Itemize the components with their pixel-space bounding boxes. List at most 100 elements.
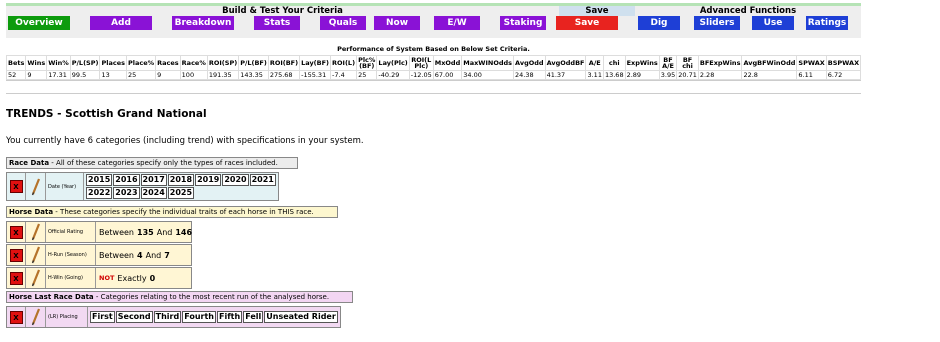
remove-button[interactable]: X — [7, 222, 25, 242]
criteria-row-date: X Date (Year) 2015 2016 2017 2018 2019 2020 20… — [6, 172, 279, 201]
edit-button[interactable] — [25, 307, 45, 327]
year-option[interactable]: 2023 — [113, 187, 140, 199]
year-option[interactable]: 2019 — [195, 174, 222, 186]
performance-header-cell: Race% — [179, 55, 208, 71]
performance-header-cell: A/E — [585, 55, 604, 71]
save-button[interactable]: Save — [556, 16, 618, 30]
overview-button[interactable]: Overview — [8, 16, 70, 30]
dig-button[interactable]: Dig — [638, 16, 680, 30]
year-option[interactable]: 2017 — [140, 174, 167, 186]
range-max: 146 — [175, 227, 193, 237]
edit-button[interactable] — [25, 222, 45, 242]
placing-option[interactable]: Fell — [243, 311, 264, 323]
year-option[interactable]: 2021 — [249, 174, 276, 186]
range-min: 4 — [137, 250, 143, 260]
quals-button[interactable]: Quals — [320, 16, 366, 30]
performance-header-cell: SPWAX — [796, 55, 827, 71]
performance-value-cell: 67.00 — [432, 70, 463, 80]
range-min: 135 — [137, 227, 154, 237]
year-option[interactable]: 2025 — [167, 187, 195, 199]
horse-data-title: Horse Data — [9, 208, 54, 216]
race-data-description: - All of these categories specify only t… — [49, 159, 278, 167]
placing-options: First Second Third Fourth Fifth Fell Unseated … — [87, 307, 340, 327]
last-race-data-description: - Categories relating to the most recent… — [93, 293, 330, 301]
placing-option[interactable]: Unseated Rider — [264, 311, 338, 323]
remove-icon[interactable]: X — [9, 180, 23, 193]
performance-value-cell: -40.29 — [376, 70, 410, 80]
range-and: And — [145, 250, 162, 260]
performance-header-cell: BF A/E — [658, 55, 678, 71]
year-option[interactable]: 2022 — [86, 187, 113, 199]
staking-button[interactable]: Staking — [500, 16, 546, 30]
remove-button[interactable]: X — [7, 173, 25, 200]
remove-icon[interactable]: X — [9, 225, 23, 239]
pencil-icon — [31, 246, 40, 264]
performance-value-cell: 6.11 — [796, 70, 827, 80]
edit-button[interactable] — [25, 268, 45, 288]
edit-button[interactable] — [25, 173, 45, 200]
pencil-icon — [31, 223, 40, 241]
placing-option[interactable]: Second — [115, 311, 153, 323]
category-count-text: You currently have 6 categories (includi… — [6, 136, 364, 146]
placing-option[interactable]: First — [90, 311, 115, 323]
performance-value-cell: 9 — [155, 70, 181, 80]
add-button[interactable]: Add — [90, 16, 152, 30]
h-run-season-value: Between 4 And 7 — [95, 245, 191, 265]
performance-value-cell: 13 — [99, 70, 127, 80]
placing-option[interactable]: Fourth — [182, 311, 216, 323]
e-w-button[interactable]: E/W — [434, 16, 480, 30]
exact-prefix: Exactly — [117, 273, 147, 283]
save-header: Save — [559, 6, 635, 16]
remove-icon[interactable]: X — [9, 248, 23, 262]
ratings-button[interactable]: Ratings — [806, 16, 848, 30]
remove-icon[interactable]: X — [9, 271, 23, 285]
h-win-going-label: H-Win (Going) — [45, 268, 95, 288]
remove-button[interactable]: X — [7, 307, 25, 327]
performance-value-cell: 3.95 — [658, 70, 678, 80]
performance-header-cell: Races — [155, 55, 181, 71]
year-option[interactable]: 2015 — [86, 174, 113, 186]
performance-value-cell: 99.5 — [69, 70, 101, 80]
performance-header-cell: Place% — [125, 55, 157, 71]
performance-header-cell: Plc% (BF) — [356, 55, 378, 71]
remove-icon[interactable]: X — [9, 310, 23, 324]
performance-value-cell: 25 — [356, 70, 378, 80]
performance-value-cell: -155.31 — [299, 70, 332, 80]
criteria-row-h-win-going: X H-Win (Going) NOT Exactly 0 — [6, 267, 192, 289]
year-grid: 2015 2016 2017 2018 2019 2020 2021 2022 2023 2024… — [83, 173, 278, 200]
range-max: 7 — [164, 250, 170, 260]
performance-value-cell: 34.00 — [461, 70, 515, 80]
performance-header-cell: AvgOddBF — [544, 55, 587, 71]
stats-button[interactable]: Stats — [254, 16, 300, 30]
placing-option[interactable]: Fifth — [216, 311, 243, 323]
performance-value-cell: 41.37 — [544, 70, 587, 80]
performance-value-cell: -7.4 — [330, 70, 358, 80]
performance-header-row: Bets Wins Win% P/L(SP) Places Place% Races Race… — [5, 55, 862, 71]
year-option[interactable]: 2018 — [167, 174, 195, 186]
performance-header-cell: BSPWAX — [825, 55, 862, 71]
sliders-button[interactable]: Sliders — [694, 16, 740, 30]
remove-button[interactable]: X — [7, 268, 25, 288]
performance-header-cell: BFExpWins — [697, 55, 743, 71]
year-option[interactable]: 2020 — [222, 174, 249, 186]
range-prefix: Between — [99, 250, 135, 260]
year-option[interactable]: 2024 — [140, 187, 167, 199]
now-button[interactable]: Now — [374, 16, 420, 30]
performance-header-cell: AvgBFWinOdd — [741, 55, 798, 71]
performance-value-cell: 13.68 — [602, 70, 626, 80]
performance-header-cell: P/L(BF) — [238, 55, 269, 71]
race-data-title: Race Data — [9, 159, 50, 167]
range-prefix: Between — [99, 227, 135, 237]
breakdown-button[interactable]: Breakdown — [172, 16, 234, 30]
exact-value: 0 — [149, 273, 156, 283]
criteria-row-official-rating: X Official Rating Between 135 And 146 — [6, 221, 192, 243]
performance-value-cell: 22.8 — [741, 70, 798, 80]
performance-value-cell: 2.89 — [624, 70, 660, 80]
year-option[interactable]: 2016 — [113, 174, 140, 186]
placing-option[interactable]: Third — [153, 311, 182, 323]
divider — [6, 93, 861, 94]
use-button[interactable]: Use — [752, 16, 794, 30]
performance-header-cell: BF chi — [676, 55, 699, 71]
remove-button[interactable]: X — [7, 245, 25, 265]
edit-button[interactable] — [25, 245, 45, 265]
